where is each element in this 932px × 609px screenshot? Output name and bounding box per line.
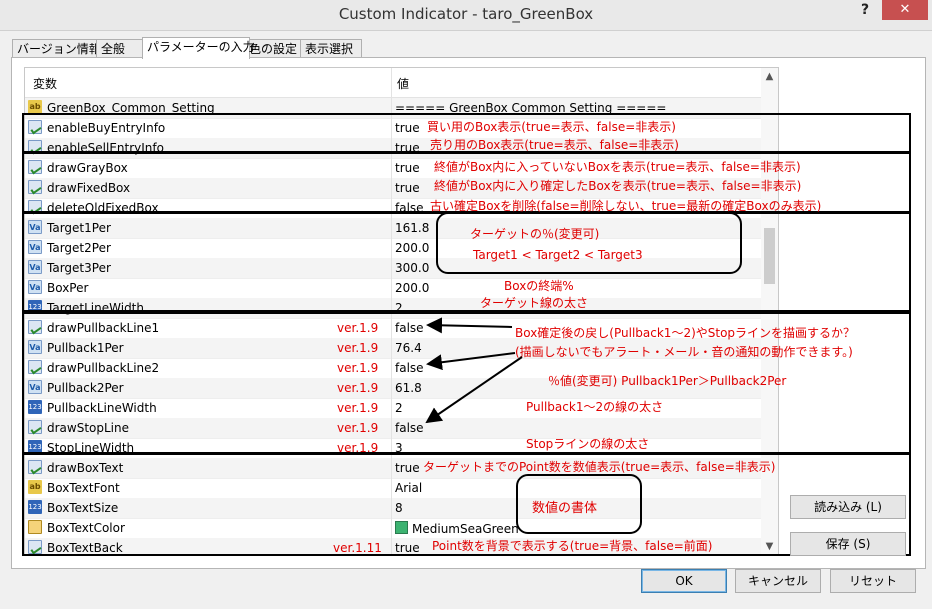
arrow-to-stopline	[425, 356, 523, 424]
ok-button[interactable]: OK	[641, 569, 727, 593]
arrow-to-pullback2	[426, 352, 516, 371]
load-button[interactable]: 読み込み (L)	[790, 495, 906, 519]
cancel-button[interactable]: キャンセル	[735, 569, 821, 593]
arrow-to-pullback1	[426, 317, 513, 334]
save-button[interactable]: 保存 (S)	[790, 532, 906, 556]
reset-button[interactable]: リセット	[830, 569, 916, 593]
tab-parameters[interactable]: パラメーターの入力	[142, 37, 255, 59]
